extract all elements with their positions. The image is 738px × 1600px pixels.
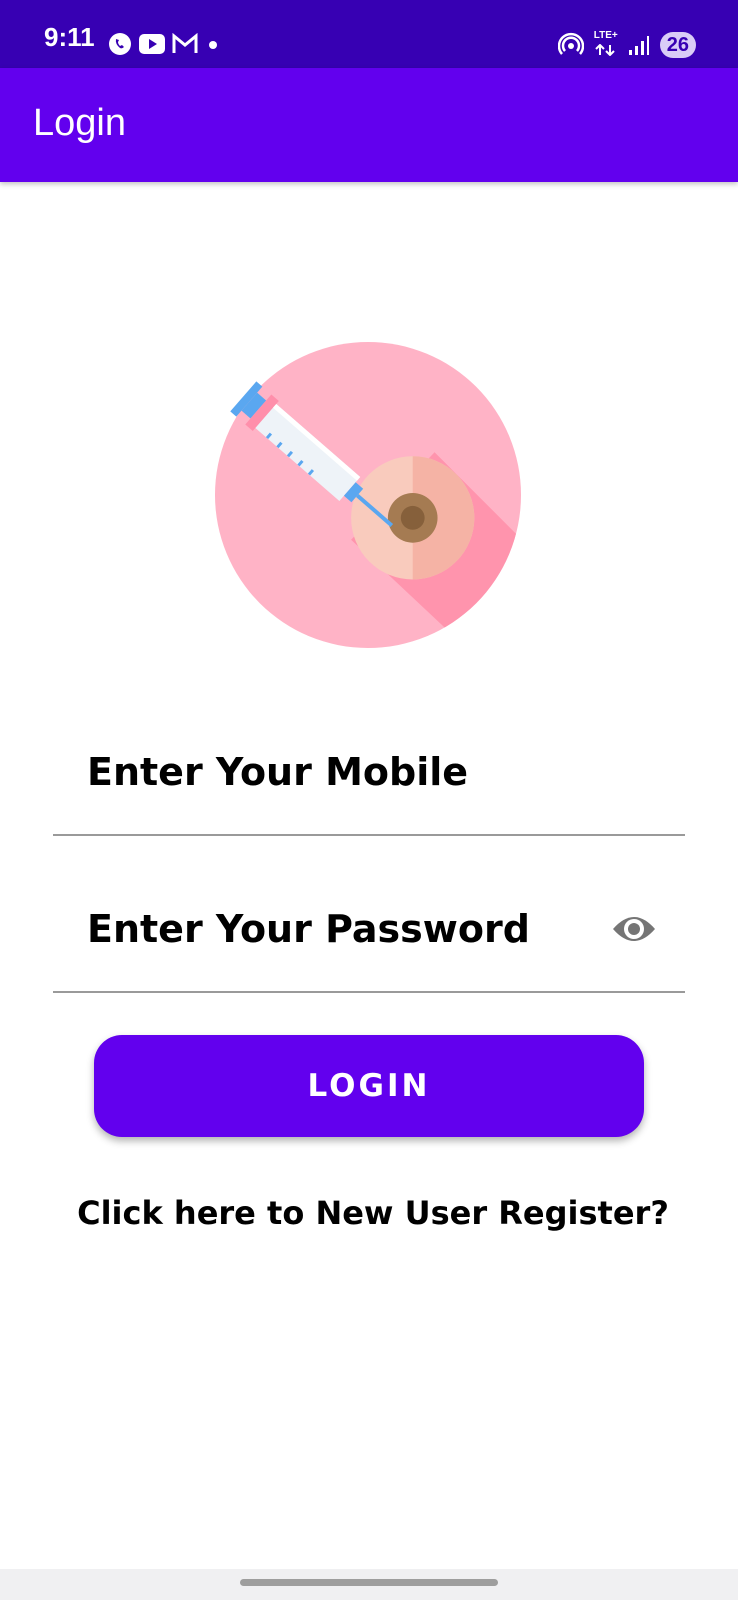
network-label: LTE+ — [593, 29, 618, 41]
notification-icons — [108, 30, 222, 58]
gesture-handle[interactable] — [240, 1579, 498, 1586]
mobile-input[interactable] — [87, 736, 627, 808]
app-bar: Login — [0, 68, 738, 182]
data-arrows-icon — [595, 43, 615, 56]
gmail-icon — [172, 33, 198, 53]
navigation-bar — [0, 1569, 738, 1600]
youtube-icon — [139, 34, 165, 54]
battery-badge: 26 — [659, 32, 696, 58]
eye-icon[interactable] — [611, 909, 657, 949]
password-input[interactable] — [87, 893, 627, 965]
mobile-field — [53, 736, 685, 836]
hotspot-icon — [557, 32, 584, 55]
page-title: Login — [33, 102, 126, 144]
dot-icon — [209, 41, 217, 49]
status-bar: 9:11 LTE+ 26 — [0, 0, 738, 68]
network-type: LTE+ — [593, 29, 618, 60]
register-link[interactable]: Click here to New User Register? — [0, 1194, 738, 1232]
system-icons: LTE+ 26 — [557, 29, 696, 60]
vaccine-syringe-icon — [214, 341, 522, 649]
viber-icon — [109, 33, 131, 55]
signal-icon — [628, 36, 649, 55]
password-field — [53, 893, 685, 993]
status-time: 9:11 — [44, 22, 95, 52]
login-button[interactable]: LOGIN — [94, 1035, 644, 1137]
